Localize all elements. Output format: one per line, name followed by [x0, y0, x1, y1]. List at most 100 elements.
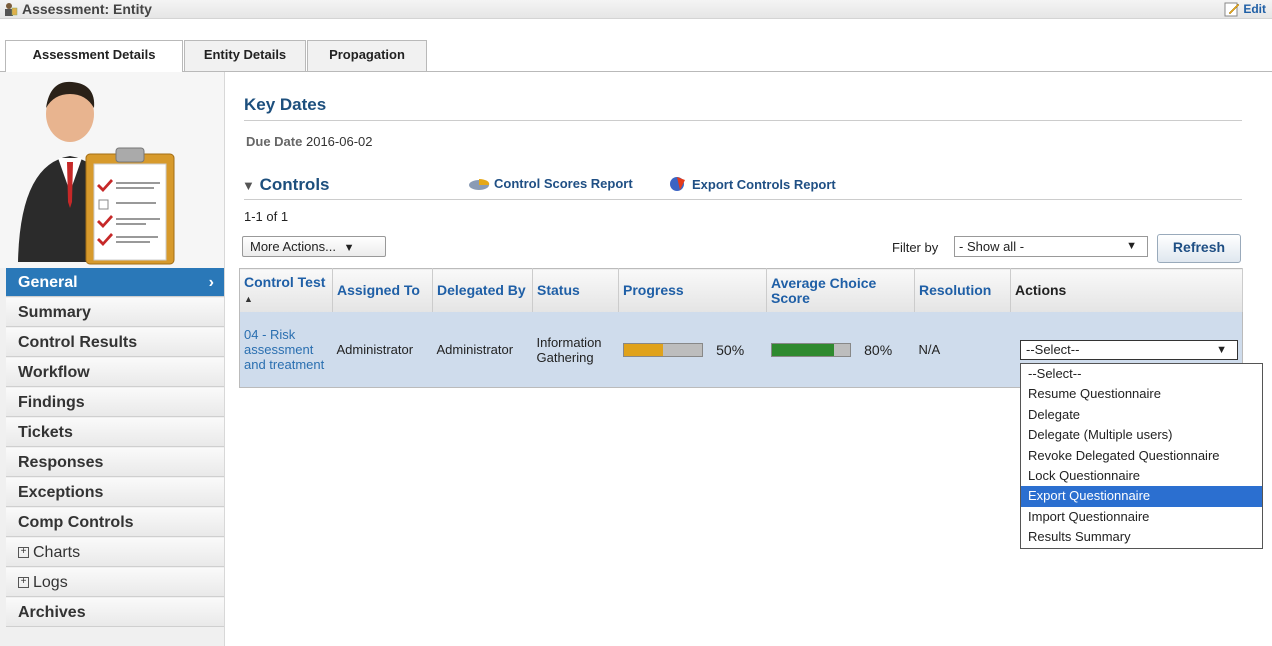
more-actions-label: More Actions...	[250, 239, 336, 254]
sidebar-item-label: Exceptions	[18, 484, 104, 501]
sidebar-item-label: Control Results	[18, 334, 138, 351]
actions-dropdown-list: --Select-- Resume Questionnaire Delegate De…	[1020, 363, 1263, 549]
refresh-button[interactable]: Refresh	[1157, 234, 1241, 263]
more-actions-dropdown[interactable]: More Actions... ▼	[242, 236, 386, 257]
filter-select[interactable]: - Show all - ▼	[954, 236, 1148, 257]
filter-label: Filter by	[892, 240, 939, 255]
sidebar-item-comp-controls[interactable]: Comp Controls	[6, 508, 224, 537]
due-date: Due Date 2016-06-02	[246, 134, 372, 149]
column-header-average-choice-score[interactable]: Average Choice Score	[766, 268, 915, 312]
dropdown-option[interactable]: Delegate	[1021, 405, 1262, 425]
dropdown-option[interactable]: Export Questionnaire	[1021, 486, 1262, 507]
actions-select-value: --Select--	[1026, 342, 1080, 357]
control-test-link[interactable]: 04 - Risk assessment and treatment	[244, 327, 329, 372]
export-controls-report-link[interactable]: Export Controls Report	[668, 176, 836, 192]
resolution-cell: N/A	[914, 312, 1011, 388]
edit-icon	[1224, 2, 1240, 17]
sidebar-item-label: Logs	[33, 574, 68, 591]
control-scores-report-label: Control Scores Report	[494, 176, 633, 191]
filter-value: - Show all -	[959, 239, 1025, 254]
controls-heading[interactable]: ▼ Controls	[242, 175, 330, 195]
sidebar-item-workflow[interactable]: Workflow	[6, 358, 224, 387]
score-percent: 80%	[864, 341, 893, 358]
chevron-down-icon: ▼	[1126, 240, 1137, 252]
due-date-value: 2016-06-02	[305, 134, 373, 149]
sidebar: General › Summary Control Results Workfl…	[0, 72, 225, 646]
controls-title: Controls	[259, 175, 330, 194]
key-dates-heading: Key Dates	[244, 95, 327, 114]
score-bar	[770, 342, 851, 357]
chevron-down-icon: ▼	[343, 242, 355, 254]
column-header-resolution[interactable]: Resolution	[914, 268, 1011, 312]
column-header-status[interactable]: Status	[532, 268, 619, 312]
column-header-assigned-to[interactable]: Assigned To	[332, 268, 433, 312]
sidebar-item-findings[interactable]: Findings	[6, 388, 224, 417]
progress-cell: 50%	[618, 312, 767, 388]
sidebar-item-exceptions[interactable]: Exceptions	[6, 478, 224, 507]
sidebar-item-charts[interactable]: + Charts	[6, 538, 224, 567]
dropdown-option[interactable]: Import Questionnaire	[1021, 507, 1262, 527]
dropdown-option[interactable]: Results Summary	[1021, 527, 1262, 547]
sidebar-item-label: Archives	[18, 604, 86, 621]
score-cell: 80%	[766, 312, 915, 388]
avatar	[0, 72, 224, 268]
sidebar-item-label: General	[18, 274, 78, 291]
sidebar-item-label: Responses	[18, 454, 104, 471]
export-icon	[670, 177, 685, 191]
sidebar-item-logs[interactable]: + Logs	[6, 568, 224, 597]
tab-bar: Assessment Details Entity Details Propag…	[0, 40, 1272, 72]
edit-label: Edit	[1243, 2, 1266, 16]
actions-select[interactable]: --Select-- ▼	[1020, 340, 1238, 360]
column-label: Control Test	[244, 273, 326, 290]
dropdown-option[interactable]: --Select--	[1021, 364, 1262, 384]
divider	[244, 199, 1242, 200]
page-title: Assessment: Entity	[22, 1, 152, 17]
chevron-right-icon: ›	[208, 274, 214, 291]
delegated-by-cell: Administrator	[432, 312, 533, 388]
due-date-label: Due Date	[246, 134, 303, 149]
tab-assessment-details[interactable]: Assessment Details	[5, 40, 183, 72]
table-header-row: Control Test ▲ Assigned To Delegated By …	[239, 268, 1243, 312]
progress-bar-fill	[623, 343, 663, 356]
title-bar: Assessment: Entity Edit	[0, 0, 1272, 19]
record-count: 1-1 of 1	[244, 209, 289, 224]
sidebar-item-tickets[interactable]: Tickets	[6, 418, 224, 447]
sidebar-item-summary[interactable]: Summary	[6, 298, 224, 327]
sidebar-item-responses[interactable]: Responses	[6, 448, 224, 477]
chevron-down-icon: ▼	[1216, 344, 1227, 356]
sort-asc-icon: ▲	[244, 293, 253, 304]
sidebar-item-general[interactable]: General ›	[6, 268, 224, 297]
tab-entity-details[interactable]: Entity Details	[184, 40, 306, 71]
divider	[244, 120, 1242, 121]
column-header-delegated-by[interactable]: Delegated By	[432, 268, 533, 312]
person-icon	[5, 3, 18, 16]
sidebar-item-label: Charts	[33, 544, 81, 561]
sidebar-item-label: Workflow	[18, 364, 90, 381]
column-header-progress[interactable]: Progress	[618, 268, 767, 312]
dropdown-option[interactable]: Lock Questionnaire	[1021, 466, 1262, 486]
tab-propagation[interactable]: Propagation	[307, 40, 427, 71]
edit-button[interactable]: Edit	[1224, 1, 1266, 17]
sidebar-item-label: Tickets	[18, 424, 73, 441]
collapse-icon[interactable]: ▼	[242, 178, 255, 193]
status-cell: Information Gathering	[532, 312, 619, 388]
dropdown-option[interactable]: Delegate (Multiple users)	[1021, 425, 1262, 445]
progress-bar	[622, 342, 703, 357]
assigned-to-cell: Administrator	[332, 312, 433, 388]
sidebar-item-archives[interactable]: Archives	[6, 598, 224, 627]
control-scores-report-link[interactable]: Control Scores Report	[468, 176, 633, 191]
dropdown-option[interactable]: Resume Questionnaire	[1021, 384, 1262, 404]
sidebar-item-control-results[interactable]: Control Results	[6, 328, 224, 357]
sidebar-item-label: Findings	[18, 394, 85, 411]
progress-percent: 50%	[716, 341, 745, 358]
report-icon	[469, 178, 490, 190]
column-header-control-test[interactable]: Control Test ▲	[239, 268, 333, 312]
expand-icon[interactable]: +	[18, 547, 29, 559]
export-controls-report-label: Export Controls Report	[692, 176, 836, 192]
sidebar-item-label: Comp Controls	[18, 514, 134, 531]
column-header-actions: Actions	[1010, 268, 1243, 312]
dropdown-option[interactable]: Revoke Delegated Questionnaire	[1021, 446, 1262, 466]
score-bar-fill	[771, 343, 834, 356]
expand-icon[interactable]: +	[18, 577, 29, 589]
sidebar-item-label: Summary	[18, 304, 91, 321]
